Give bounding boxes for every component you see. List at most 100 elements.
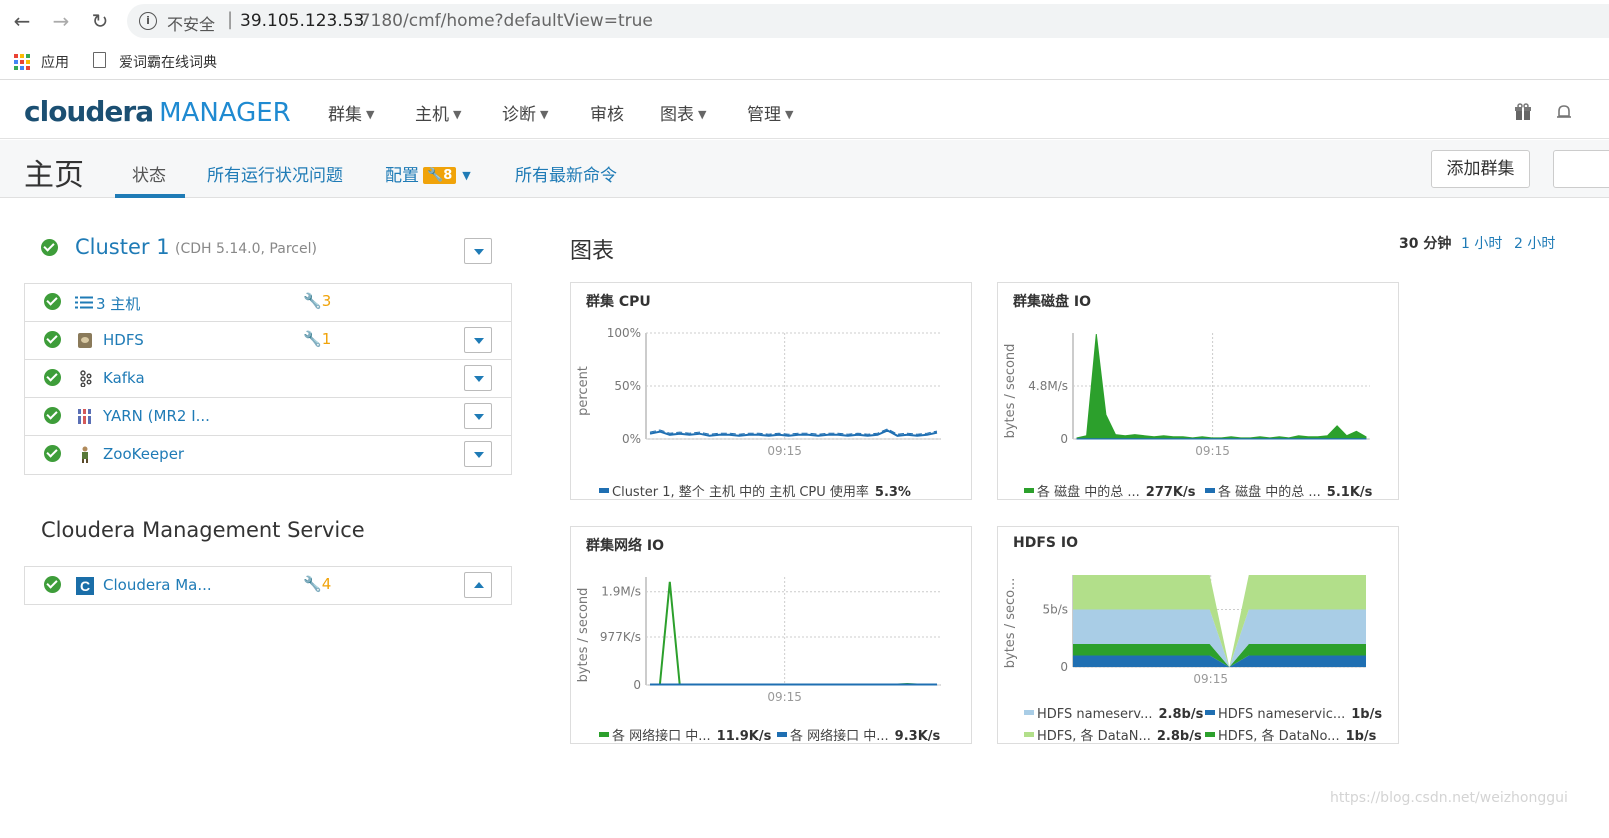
service-actions-dropdown[interactable] bbox=[464, 403, 492, 429]
legend-item: 各 网络接口 中... 11.9K/s bbox=[599, 725, 771, 744]
service-actions-dropdown[interactable] bbox=[464, 327, 492, 353]
chart-cluster-network-io[interactable]: 1.9M/s 977K/s 0 09:15 bytes / second 群集网络 IO… bbox=[570, 526, 972, 744]
url-path: :7180/cmf/home?defaultView=true bbox=[354, 11, 653, 31]
tab-health-issues[interactable]: 所有运行状况问题 bbox=[207, 161, 343, 186]
status-ok-icon bbox=[44, 293, 61, 310]
service-actions-dropdown[interactable] bbox=[464, 441, 492, 467]
config-issues-link[interactable]: 🔧3 bbox=[303, 292, 331, 310]
cluster-header: Cluster 1 (CDH 5.14.0, Parcel) bbox=[24, 230, 512, 270]
y-axis-label: percent bbox=[576, 366, 591, 416]
cloudera-logo[interactable]: cloudera MANAGER bbox=[24, 95, 291, 128]
cm-header: cloudera MANAGER 群集 ▼ 主机 ▼ 诊断 ▼ 审核 图表 ▼ 管理 ▼ bbox=[0, 81, 1609, 139]
legend-item: 各 磁盘 中的总 ... 5.1K/s bbox=[1205, 481, 1372, 500]
service-name[interactable]: Cloudera Ma... bbox=[103, 576, 212, 594]
chart-cluster-cpu[interactable]: 100% 50% 0% 09:15 percent 群集 CPU Cluster 1, … bbox=[570, 282, 972, 500]
nav-audits[interactable]: 审核 bbox=[590, 100, 624, 125]
nav-diagnostics[interactable]: 诊断 ▼ bbox=[502, 100, 548, 125]
page-title: 主页 bbox=[24, 158, 84, 193]
series-area bbox=[1076, 334, 1367, 440]
config-issues-link[interactable]: 🔧1 bbox=[303, 330, 331, 348]
back-icon[interactable]: ← bbox=[8, 8, 36, 34]
chart-title: 群集 CPU bbox=[586, 294, 651, 310]
bell-icon[interactable] bbox=[1555, 103, 1573, 121]
x-tick-label: 09:15 bbox=[1195, 444, 1230, 458]
kafka-icon bbox=[80, 370, 92, 387]
document-icon bbox=[93, 52, 106, 68]
config-issues-badge: 🔧8 bbox=[423, 167, 457, 184]
y-tick-label: 0 bbox=[1060, 660, 1068, 674]
hdfs-icon bbox=[78, 333, 92, 348]
y-tick-label: 1.9M/s bbox=[601, 585, 641, 599]
bookmarks-bar: 应用 爱词霸在线词典 bbox=[0, 42, 1609, 80]
y-tick-label: 0% bbox=[622, 432, 641, 446]
range-1h[interactable]: 1 小时 bbox=[1461, 233, 1502, 253]
cluster-actions-dropdown[interactable] bbox=[464, 238, 492, 264]
y-axis-label: bytes / second bbox=[576, 588, 591, 683]
bookmark-iciba[interactable]: 爱词霸在线词典 bbox=[119, 52, 217, 72]
tab-configuration[interactable]: 配置 🔧8 ▼ bbox=[385, 161, 471, 186]
chart-hdfs-io[interactable]: 5b/s 0 09:15 bytes / seco... HDFS IO HDFS n… bbox=[997, 526, 1399, 744]
legend-item: HDFS, 各 DataNo... 1b/s bbox=[1205, 725, 1376, 744]
forward-icon[interactable]: → bbox=[47, 8, 75, 34]
status-ok-icon bbox=[44, 407, 61, 424]
nav-administration[interactable]: 管理 ▼ bbox=[747, 100, 793, 125]
info-icon[interactable]: i bbox=[139, 12, 157, 30]
mgmt-service-title: Cloudera Management Service bbox=[41, 518, 365, 542]
legend-item: Cluster 1, 整个 主机 中的 主机 CPU 使用率 5.3% bbox=[599, 481, 911, 500]
cloudera-management-icon: C bbox=[76, 577, 94, 595]
service-actions-dropdown[interactable] bbox=[464, 572, 492, 598]
config-issues-link[interactable]: 🔧4 bbox=[303, 575, 331, 593]
address-bar[interactable]: i 不安全 | 39.105.123.53 :7180/cmf/home?def… bbox=[127, 4, 1609, 38]
service-row-yarn: YARN (MR2 I... bbox=[25, 398, 511, 436]
y-tick-label: 0 bbox=[1060, 432, 1068, 446]
reload-icon[interactable]: ↻ bbox=[86, 8, 114, 34]
x-tick-label: 09:15 bbox=[1193, 672, 1228, 686]
service-name[interactable]: 3 主机 bbox=[96, 293, 140, 314]
service-row-cms: C Cloudera Ma... 🔧4 bbox=[25, 567, 511, 605]
service-row-hosts: 3 主机 🔧3 bbox=[25, 284, 511, 322]
status-ok-icon bbox=[41, 239, 58, 256]
service-row-hdfs: HDFS 🔧1 bbox=[25, 322, 511, 360]
y-tick-label: 977K/s bbox=[600, 630, 641, 644]
apps-icon[interactable] bbox=[14, 54, 30, 70]
add-cluster-button[interactable]: 添加群集 bbox=[1431, 150, 1530, 188]
y-tick-label: 100% bbox=[607, 326, 641, 340]
x-tick-label: 09:15 bbox=[767, 444, 802, 458]
chart-cluster-disk-io[interactable]: 4.8M/s 0 09:15 bytes / second 群集磁盘 IO 各 磁盘 … bbox=[997, 282, 1399, 500]
service-name[interactable]: HDFS bbox=[103, 331, 144, 349]
network-io-chart-svg: 1.9M/s 977K/s 0 09:15 bytes / second bbox=[576, 577, 941, 704]
chart-title: 群集磁盘 IO bbox=[1013, 294, 1091, 310]
gift-icon[interactable] bbox=[1514, 103, 1532, 121]
more-button[interactable] bbox=[1553, 150, 1609, 188]
service-name[interactable]: ZooKeeper bbox=[103, 445, 184, 463]
legend-item: 各 磁盘 中的总 ... 277K/s bbox=[1024, 481, 1196, 500]
cluster-name[interactable]: Cluster 1 bbox=[75, 235, 170, 259]
browser-toolbar: ← → ↻ i 不安全 | 39.105.123.53 :7180/cmf/ho… bbox=[0, 0, 1609, 42]
service-list: 3 主机 🔧3 HDFS 🔧1 Kafka YARN (MR2 I... Zoo… bbox=[24, 283, 512, 475]
range-30m[interactable]: 30 分钟 bbox=[1399, 233, 1451, 253]
y-tick-label: 0 bbox=[633, 678, 641, 692]
charts-title: 图表 bbox=[570, 239, 615, 264]
service-name[interactable]: Kafka bbox=[103, 369, 145, 387]
chart-title: 群集网络 IO bbox=[586, 538, 664, 554]
nav-hosts[interactable]: 主机 ▼ bbox=[415, 100, 461, 125]
x-tick-label: 09:15 bbox=[767, 690, 802, 704]
chart-title: HDFS IO bbox=[1013, 535, 1078, 551]
y-tick-label: 5b/s bbox=[1042, 603, 1068, 617]
nav-charts[interactable]: 图表 ▼ bbox=[660, 100, 706, 125]
mgmt-service-list: C Cloudera Ma... 🔧4 bbox=[24, 566, 512, 605]
legend-item: 各 网络接口 中... 9.3K/s bbox=[777, 725, 940, 744]
status-ok-icon bbox=[44, 369, 61, 386]
tab-status[interactable]: 状态 bbox=[132, 161, 166, 186]
nav-clusters[interactable]: 群集 ▼ bbox=[328, 100, 374, 125]
series-line bbox=[649, 429, 938, 437]
service-actions-dropdown[interactable] bbox=[464, 365, 492, 391]
page-subheader: 主页 状态 所有运行状况问题 配置 🔧8 ▼ 所有最新命令 添加群集 bbox=[0, 140, 1609, 198]
bookmark-apps[interactable]: 应用 bbox=[41, 52, 69, 72]
tab-recent-commands[interactable]: 所有最新命令 bbox=[515, 161, 617, 186]
watermark: https://blog.csdn.net/weizhonggui bbox=[1330, 790, 1568, 806]
legend-item: HDFS nameserv... 2.8b/s bbox=[1024, 707, 1203, 722]
service-name[interactable]: YARN (MR2 I... bbox=[103, 407, 210, 425]
status-ok-icon bbox=[44, 331, 61, 348]
range-2h[interactable]: 2 小时 bbox=[1514, 233, 1555, 253]
